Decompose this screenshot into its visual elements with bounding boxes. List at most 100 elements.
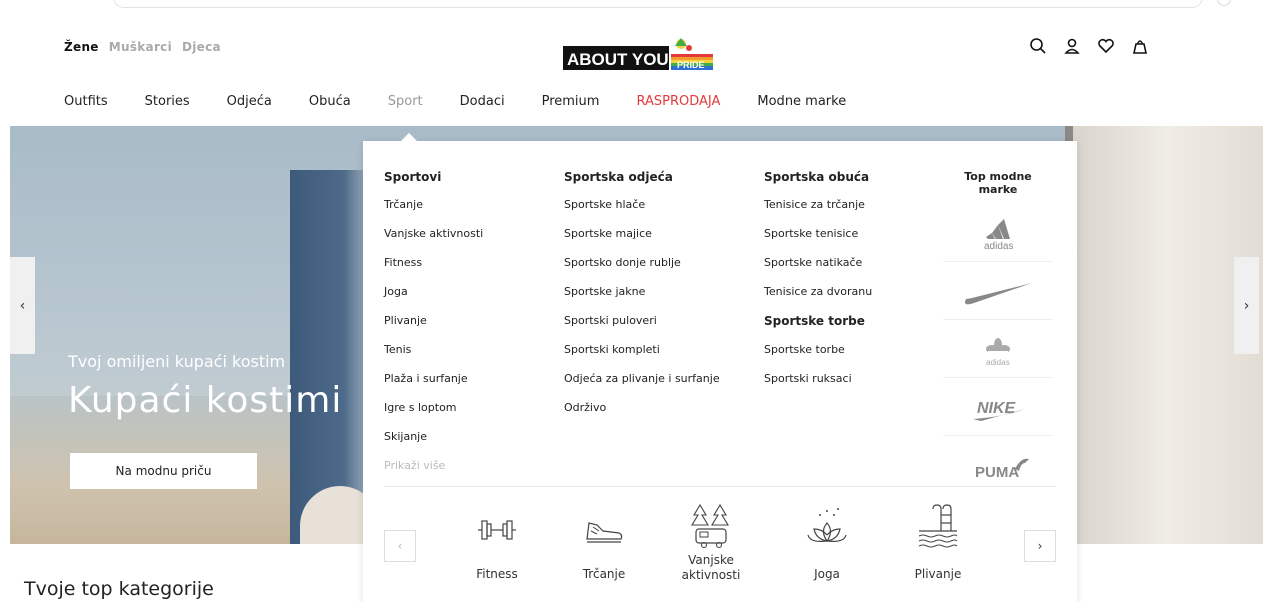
nav-premium[interactable]: Premium [542,94,600,109]
menu-item-hlace[interactable]: Sportske hlače [564,198,720,227]
sport-mega-menu: Sportovi Trčanje Vanjske aktivnosti Fitn… [363,133,1077,602]
menu-item-tenisice-dvorana[interactable]: Tenisice za dvoranu [764,285,872,314]
carousel-next-button[interactable]: › [1024,530,1056,562]
camper-icon [691,503,729,549]
sport-tile-label: Vanjske aktivnosti [681,553,741,582]
user-icon[interactable] [1062,36,1082,56]
menu-item-plivanje-surfanje[interactable]: Odjeća za plivanje i surfanje [564,372,720,401]
logo-text: ABOUT YOU [567,50,669,69]
column-heading[interactable]: Sportska odjeća [564,170,720,184]
menu-item-tenisice-trcanje[interactable]: Tenisice za trčanje [764,198,872,227]
menu-item-majice[interactable]: Sportske majice [564,227,720,256]
pool-icon [918,504,958,548]
menu-item-natikace[interactable]: Sportske natikače [764,256,872,285]
menu-item-trcanje[interactable]: Trčanje [384,198,483,227]
sport-tile-label: Plivanje [914,567,962,581]
sport-tile-label: Trčanje [582,567,626,581]
nike-swoosh-icon [965,282,1032,304]
hero-title: Kupaći kostimi [68,380,343,421]
dumbbell-icon [478,520,516,540]
top-search-field[interactable] [113,0,1203,8]
menu-item-plaza-surfanje[interactable]: Plaža i surfanje [384,372,483,401]
shoe-icon [586,522,623,543]
column-sportovi: Sportovi Trčanje Vanjske aktivnosti Fitn… [384,170,483,488]
logo-badge: PRIDE [677,60,705,70]
sport-tile-vanjske-aktivnosti[interactable]: Vanjske aktivnosti [666,501,756,583]
svg-text:adidas: adidas [986,358,1010,367]
menu-item-joga[interactable]: Joga [384,285,483,314]
menu-item-odrzivo[interactable]: Održivo [564,401,720,430]
svg-text:PUMA: PUMA [975,464,1019,481]
menu-divider [384,486,1056,487]
chevron-right-icon: › [1243,297,1250,314]
chevron-left-icon: ‹ [19,297,26,314]
sport-tile-trcanje[interactable]: Trčanje [559,501,649,582]
trefoil-icon: adidas [986,337,1010,367]
page: Žene Muškarci Djeca ABOUT YOU PRIDE Outf… [0,0,1263,602]
menu-caret [401,133,417,141]
bag-icon[interactable] [1130,36,1150,56]
header-icons [1028,36,1150,56]
puma-logo-icon: PUMA [975,458,1029,481]
tab-muskarci[interactable]: Muškarci [109,40,172,54]
nav-dodaci[interactable]: Dodaci [460,94,505,109]
nav-odjeca[interactable]: Odjeća [227,94,272,109]
chevron-right-icon: › [1037,539,1043,553]
menu-item-skijanje[interactable]: Skijanje [384,430,483,459]
adidas-logo-icon: adidas [984,218,1013,252]
top-categories-heading: Tvoje top kategorije [24,578,214,600]
menu-item-donje-rublje[interactable]: Sportsko donje rublje [564,256,720,285]
brand-nike[interactable] [943,262,1053,320]
column-sportska-obuca: Sportska obuća Tenisice za trčanje Sport… [764,170,872,401]
sport-tile-label: Joga [814,567,840,581]
gender-tabs: Žene Muškarci Djeca [64,40,221,54]
menu-item-sportske-tenisice[interactable]: Sportske tenisice [764,227,872,256]
nav-rasprodaja[interactable]: RASPRODAJA [636,94,720,109]
nav-modne-marke[interactable]: Modne marke [757,94,846,109]
nav-obuca[interactable]: Obuća [309,94,351,109]
menu-item-jakne[interactable]: Sportske jakne [564,285,720,314]
heart-icon[interactable] [1096,36,1116,56]
nav-sport[interactable]: Sport [388,94,423,109]
column-heading[interactable]: Sportska obuća [764,170,872,184]
lotus-icon [807,508,847,543]
brand-nike-logo[interactable]: NIKE [943,378,1053,436]
sport-tile-fitness[interactable]: Fitness [452,501,542,582]
menu-item-fitness[interactable]: Fitness [384,256,483,285]
brand-adidas-originals[interactable]: adidas [943,320,1053,378]
nav-outfits[interactable]: Outfits [64,94,108,109]
menu-item-ruksaci[interactable]: Sportski ruksaci [764,372,872,401]
menu-item-puloveri[interactable]: Sportski puloveri [564,314,720,343]
menu-item-igre-loptom[interactable]: Igre s loptom [384,401,483,430]
svg-text:adidas: adidas [984,241,1013,252]
menu-item-plivanje[interactable]: Plivanje [384,314,483,343]
menu-item-tenis[interactable]: Tenis [384,343,483,372]
top-brands: Top modne marke adidas adidas NIKE PUMA [943,170,1053,494]
hero-cta-button[interactable]: Na modnu priču [70,453,257,489]
column-subheading-torbe[interactable]: Sportske torbe [764,314,872,343]
tab-djeca[interactable]: Djeca [182,40,221,54]
hero-prev-button[interactable]: ‹ [10,257,35,354]
hero-subtitle: Tvoj omiljeni kupaći kostim [68,352,286,371]
menu-item-vanjske-aktivnosti[interactable]: Vanjske aktivnosti [384,227,483,256]
nike-wordmark-icon: NIKE [973,400,1025,421]
about-you-logo[interactable]: ABOUT YOU PRIDE [563,34,723,74]
sport-tile-plivanje[interactable]: Plivanje [893,501,983,582]
svg-text:NIKE: NIKE [977,400,1017,417]
chevron-left-icon: ‹ [397,539,403,553]
hero-next-button[interactable]: › [1234,257,1259,354]
nav-stories[interactable]: Stories [145,94,190,109]
main-nav: Outfits Stories Odjeća Obuća Sport Dodac… [64,94,883,109]
sport-tile-label: Fitness [476,567,518,581]
brand-adidas[interactable]: adidas [943,204,1053,262]
menu-item-sportske-torbe[interactable]: Sportske torbe [764,343,872,372]
menu-item-kompleti[interactable]: Sportski kompleti [564,343,720,372]
column-heading[interactable]: Sportovi [384,170,483,184]
sport-tile-joga[interactable]: Joga [782,501,872,582]
search-icon[interactable] [1028,36,1048,56]
show-more-link[interactable]: Prikaži više [384,459,483,488]
carousel-prev-button[interactable]: ‹ [384,530,416,562]
top-circle-icon[interactable] [1217,0,1231,6]
column-sportska-odjeca: Sportska odjeća Sportske hlače Sportske … [564,170,720,430]
tab-zene[interactable]: Žene [64,40,99,54]
